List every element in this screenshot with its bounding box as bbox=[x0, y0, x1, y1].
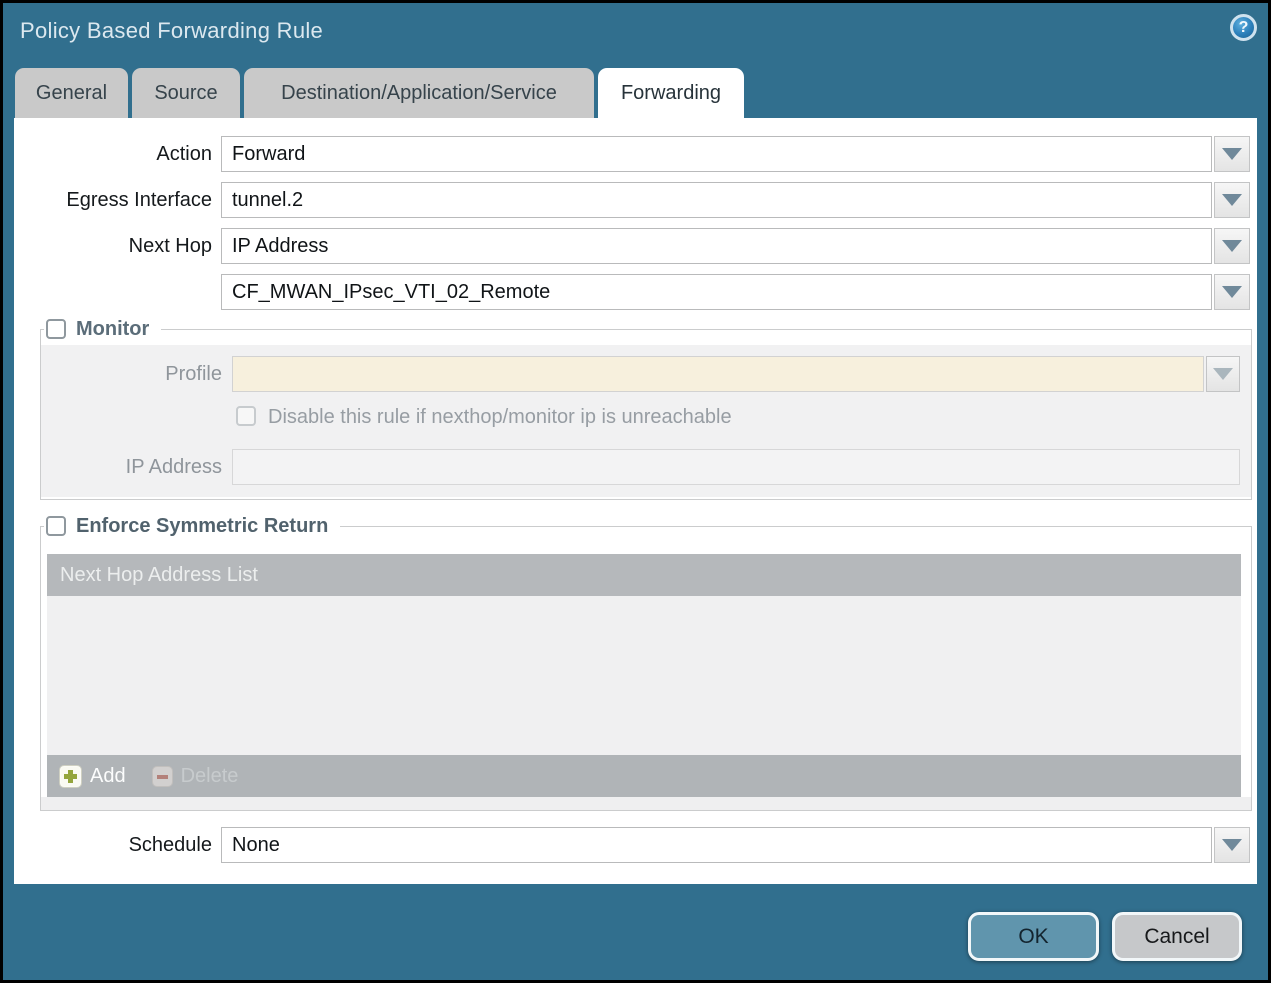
next-hop-label: Next Hop bbox=[0, 228, 212, 264]
schedule-select[interactable]: None bbox=[221, 827, 1212, 863]
chevron-down-icon bbox=[1222, 839, 1242, 851]
egress-interface-dropdown-button[interactable] bbox=[1214, 182, 1250, 218]
symmetric-return-checkbox[interactable] bbox=[46, 516, 66, 536]
next-hop-dropdown-button[interactable] bbox=[1214, 228, 1250, 264]
chevron-down-icon bbox=[1213, 368, 1233, 380]
help-icon[interactable]: ? bbox=[1230, 14, 1257, 41]
schedule-label: Schedule bbox=[0, 827, 212, 863]
add-plus-icon bbox=[59, 765, 82, 788]
screen: Policy Based Forwarding Rule ? General S… bbox=[0, 0, 1271, 983]
chevron-down-icon bbox=[1222, 148, 1242, 160]
schedule-dropdown-button[interactable] bbox=[1214, 827, 1250, 863]
next-hop-select[interactable]: IP Address bbox=[221, 228, 1212, 264]
next-hop-address-list-header: Next Hop Address List bbox=[47, 554, 1241, 596]
profile-dropdown-button bbox=[1206, 356, 1240, 392]
next-hop-address-dropdown-button[interactable] bbox=[1214, 274, 1250, 310]
symmetric-return-legend: Enforce Symmetric Return bbox=[44, 514, 340, 538]
action-dropdown-button[interactable] bbox=[1214, 136, 1250, 172]
monitor-ip-address-input bbox=[232, 449, 1240, 485]
profile-select bbox=[232, 356, 1204, 392]
egress-interface-label: Egress Interface bbox=[0, 182, 212, 218]
chevron-down-icon bbox=[1222, 286, 1242, 298]
add-button[interactable]: Add bbox=[59, 765, 126, 788]
tab-forwarding-label: Forwarding bbox=[621, 82, 721, 105]
add-button-label: Add bbox=[90, 765, 126, 788]
help-icon-glyph: ? bbox=[1239, 19, 1249, 37]
chevron-down-icon bbox=[1222, 240, 1242, 252]
action-select[interactable]: Forward bbox=[221, 136, 1212, 172]
tab-destination-application-service[interactable]: Destination/Application/Service bbox=[244, 68, 594, 118]
monitor-legend-label: Monitor bbox=[76, 318, 149, 341]
tab-source[interactable]: Source bbox=[132, 68, 240, 118]
action-label: Action bbox=[0, 136, 212, 172]
disable-rule-checkbox bbox=[236, 406, 256, 426]
next-hop-address-list-body[interactable] bbox=[47, 596, 1241, 755]
tab-general-label: General bbox=[36, 82, 107, 105]
monitor-ip-address-label: IP Address bbox=[0, 449, 222, 485]
monitor-legend: Monitor bbox=[44, 317, 161, 341]
profile-label: Profile bbox=[0, 356, 222, 392]
next-hop-address-list-toolbar: Add Delete bbox=[47, 755, 1241, 797]
disable-rule-label: Disable this rule if nexthop/monitor ip … bbox=[268, 406, 732, 428]
cancel-button[interactable]: Cancel bbox=[1112, 912, 1242, 961]
delete-button-label: Delete bbox=[181, 765, 239, 788]
tab-source-label: Source bbox=[154, 82, 217, 105]
symmetric-return-legend-label: Enforce Symmetric Return bbox=[76, 515, 328, 538]
egress-interface-select[interactable]: tunnel.2 bbox=[221, 182, 1212, 218]
tab-destination-label: Destination/Application/Service bbox=[281, 82, 557, 105]
ok-button[interactable]: OK bbox=[968, 912, 1099, 961]
table-bottom-spacer bbox=[41, 797, 1251, 810]
dialog-title: Policy Based Forwarding Rule bbox=[20, 18, 323, 44]
tab-general[interactable]: General bbox=[15, 68, 128, 118]
chevron-down-icon bbox=[1222, 194, 1242, 206]
tab-forwarding[interactable]: Forwarding bbox=[598, 68, 744, 118]
monitor-checkbox[interactable] bbox=[46, 319, 66, 339]
next-hop-address-select[interactable]: CF_MWAN_IPsec_VTI_02_Remote bbox=[221, 274, 1212, 310]
tab-bar: General Source Destination/Application/S… bbox=[15, 68, 744, 118]
delete-button: Delete bbox=[152, 765, 239, 788]
delete-minus-icon bbox=[152, 766, 173, 787]
